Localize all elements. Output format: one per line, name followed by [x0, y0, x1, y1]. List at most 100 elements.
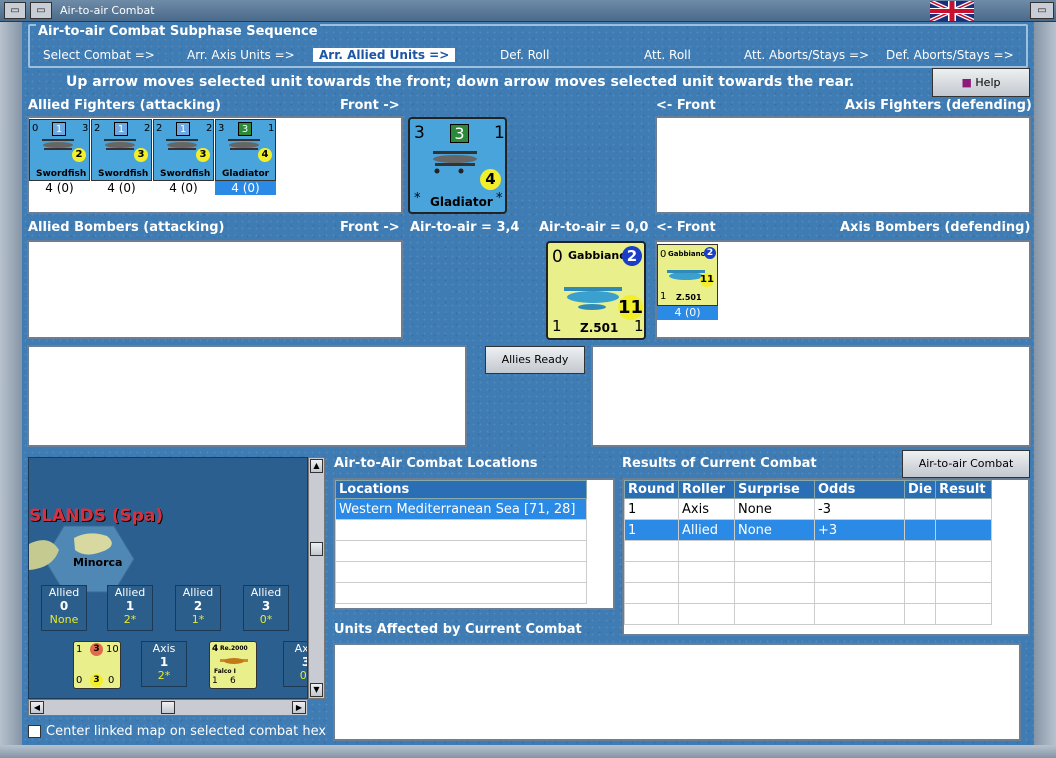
box-num: 1 — [159, 655, 169, 669]
map-counter-2[interactable]: 4 Re.2000 Falco I 1 6 — [209, 641, 257, 689]
box-num: 3 — [284, 655, 307, 669]
unit-att: 3 — [218, 123, 225, 134]
allied-air-to-air: Air-to-air = 3,4 — [410, 220, 520, 235]
map-allied-box[interactable]: Allied 2 1* — [175, 585, 221, 631]
map-allied-box[interactable]: Allied 0 None — [41, 585, 87, 631]
c1-c: 10 — [106, 644, 119, 655]
restore-button[interactable]: ▭ — [30, 2, 52, 19]
close-button[interactable]: ▭ — [1030, 2, 1054, 19]
result-cell: 1 — [624, 498, 679, 520]
result-cell — [734, 582, 815, 604]
result-cell — [678, 582, 735, 604]
map-vertical-scrollbar[interactable]: ▲ ▼ — [308, 457, 325, 699]
allied-bombers-title: Allied Bombers (attacking) — [28, 220, 225, 235]
location-row-empty — [335, 582, 587, 604]
allied-fighters-title: Allied Fighters (attacking) — [28, 98, 221, 113]
help-label: Help — [975, 76, 1001, 89]
help-button[interactable]: ■ Help — [932, 68, 1030, 97]
map-horizontal-scrollbar[interactable]: ◀ ▶ — [28, 699, 308, 716]
map-axis-box[interactable]: Axis 1 2* — [141, 641, 187, 687]
result-row[interactable]: 1 Axis None -3 — [624, 498, 993, 520]
step-arr-allied-units: Arr. Allied Units => — [313, 48, 456, 62]
axis-bomber-status: 4 (0) — [657, 306, 718, 320]
center-map-checkbox[interactable] — [28, 725, 41, 738]
result-cell — [814, 603, 905, 625]
result-row — [624, 561, 993, 583]
box-val: 0* — [259, 613, 273, 626]
axis-fighters-panel[interactable] — [655, 116, 1031, 214]
scroll-right-arrow-icon[interactable]: ▶ — [292, 701, 306, 714]
box-side: Allied — [250, 586, 282, 599]
axis-bomber-unit[interactable]: 0 Gabbiano 2 11 1 Z.501 — [657, 244, 718, 306]
unit-name: Swordfish — [36, 169, 87, 179]
unit-mov: 1 — [660, 291, 667, 302]
unit-name: Gabbiano — [668, 250, 706, 258]
c1-e: 3 — [90, 674, 103, 687]
counter-mov-2: 1 — [634, 317, 644, 335]
result-cell — [624, 582, 679, 604]
c2-b: 1 — [212, 676, 218, 686]
allies-ready-button[interactable]: Allies Ready — [485, 346, 585, 374]
allied-bombers-panel[interactable] — [27, 240, 403, 339]
box-num: 3 — [261, 599, 271, 613]
c2-c: 6 — [230, 676, 236, 686]
air-to-air-chart-button[interactable]: Air-to-air Combat Chart — [902, 450, 1030, 496]
map-allied-box[interactable]: Allied 1 2* — [107, 585, 153, 631]
counter-name: Gabbiano — [568, 249, 627, 262]
allied-fighters-front: Front -> — [340, 98, 400, 113]
box-num: 0 — [59, 599, 69, 613]
scroll-up-arrow-icon[interactable]: ▲ — [310, 459, 323, 473]
counter-def: 2 — [622, 246, 642, 266]
unit-mov: 2 — [206, 123, 213, 134]
counter-def: 3 — [450, 124, 469, 143]
step-def-aborts: Def. Aborts/Stays => — [886, 48, 1014, 62]
unit-mov: 1 — [268, 123, 275, 134]
result-cell — [678, 603, 735, 625]
allied-fighter-unit[interactable]: 3 3 1 4 Gladiator — [215, 119, 276, 181]
result-cell: +3 — [814, 519, 905, 541]
hscroll-thumb[interactable] — [161, 701, 175, 714]
axis-results-panel — [591, 345, 1031, 447]
step-arr-axis-units: Arr. Axis Units => — [187, 48, 295, 62]
result-cell — [624, 603, 679, 625]
map-counter-1[interactable]: 1 3 10 0 3 0 — [73, 641, 121, 689]
map-allied-box[interactable]: Allied 3 0* — [243, 585, 289, 631]
allied-fighter-unit[interactable]: 0 1 3 2 Swordfish — [29, 119, 90, 181]
unit-range: 3 — [196, 148, 210, 162]
result-cell — [734, 561, 815, 583]
counter-mov: 1 — [494, 123, 505, 143]
map-axis-box[interactable]: Axis 3 0* — [283, 641, 307, 687]
affected-title: Units Affected by Current Combat — [334, 622, 582, 637]
result-row — [624, 540, 993, 562]
box-num: 1 — [125, 599, 135, 613]
results-title: Results of Current Combat — [622, 456, 817, 471]
map-island-label: Minorca — [73, 556, 123, 569]
unit-name: Gladiator — [222, 169, 270, 179]
unit-att: 2 — [156, 123, 163, 134]
result-cell — [935, 603, 993, 625]
allied-fighter-unit[interactable]: 2 1 2 3 Swordfish — [153, 119, 214, 181]
scroll-thumb[interactable] — [310, 542, 323, 556]
c1-d: 0 — [76, 675, 83, 686]
c1-f: 0 — [108, 675, 115, 686]
allied-fighter-unit[interactable]: 2 1 2 3 Swordfish — [91, 119, 152, 181]
location-row-empty — [335, 519, 587, 541]
col-odds: Odds — [814, 480, 905, 499]
result-cell — [903, 519, 937, 541]
unit-def: 3 — [238, 122, 252, 136]
scroll-down-arrow-icon[interactable]: ▼ — [310, 683, 323, 697]
unit-def: 2 — [704, 247, 716, 259]
box-side: Axis — [152, 642, 176, 655]
scroll-left-arrow-icon[interactable]: ◀ — [30, 701, 44, 714]
selected-allied-counter[interactable]: 3 3 1 4 * Gladiator * — [408, 117, 507, 214]
selected-axis-counter[interactable]: 0 Gabbiano 2 11 1 Z.501 1 — [546, 241, 646, 340]
box-side: Allied — [48, 586, 80, 599]
c2-a: 4 — [212, 644, 219, 654]
linked-map[interactable]: SLANDS (Spa) Minorca Allied 0 None Allie… — [28, 457, 308, 699]
location-row[interactable]: Western Mediterranean Sea [71, 28] — [335, 498, 587, 520]
c2-name: Re.2000 — [220, 645, 248, 652]
result-row[interactable]: 1 Allied None +3 — [624, 519, 993, 541]
location-row-empty — [335, 561, 587, 583]
col-result: Result — [935, 480, 993, 499]
system-menu-button[interactable]: ▭ — [4, 2, 26, 19]
